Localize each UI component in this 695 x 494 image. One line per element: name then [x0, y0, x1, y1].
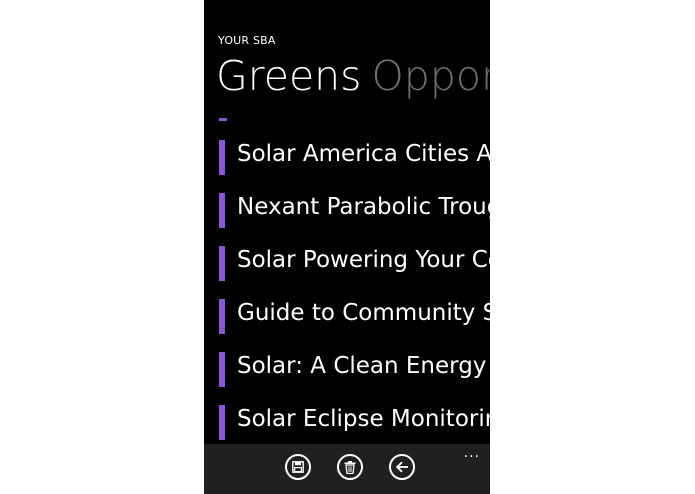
delete-button[interactable] — [337, 454, 363, 480]
save-icon — [292, 461, 304, 473]
back-icon — [395, 461, 409, 473]
pivot-header: GreensOpport — [216, 48, 490, 104]
list-item-label: Solar: A Clean Energy — [237, 353, 487, 379]
more-options-icon[interactable]: ... — [464, 446, 480, 460]
save-button[interactable] — [285, 454, 311, 480]
accent-bar — [219, 299, 225, 334]
list-item-label: Solar America Cities Av — [237, 141, 490, 167]
accent-bar — [219, 140, 225, 175]
delete-icon — [344, 460, 356, 474]
phone-screen: YOUR SBA GreensOpport Solar America Citi… — [204, 0, 490, 494]
app-bar: ... — [204, 444, 490, 494]
list-item[interactable]: Solar: A Clean Energy — [204, 340, 490, 393]
accent-bar — [219, 246, 225, 281]
pivot-item-greens[interactable]: Greens — [216, 52, 362, 100]
list-item-label: Solar Eclipse Monitorir — [237, 406, 490, 432]
accent-bar — [219, 405, 225, 440]
back-button[interactable] — [389, 454, 415, 480]
list-item-label: Guide to Community S — [237, 300, 490, 326]
list-item[interactable]: Guide to Community S — [204, 287, 490, 340]
accent-bar — [219, 352, 225, 387]
list-item-label: Solar Powering Your Co — [237, 247, 490, 273]
list-item[interactable]: Solar America Cities Av — [204, 128, 490, 181]
app-title: YOUR SBA — [218, 34, 276, 47]
list-item[interactable]: Solar Eclipse Monitorir — [204, 393, 490, 446]
pivot-item-opportunities[interactable]: Opport — [372, 52, 490, 100]
list-item[interactable]: Nexant Parabolic Troug — [204, 181, 490, 234]
list-item[interactable]: Solar Powering Your Co — [204, 234, 490, 287]
list-item-label: Nexant Parabolic Troug — [237, 194, 490, 220]
pivot-indicator — [219, 118, 227, 121]
accent-bar — [219, 193, 225, 228]
